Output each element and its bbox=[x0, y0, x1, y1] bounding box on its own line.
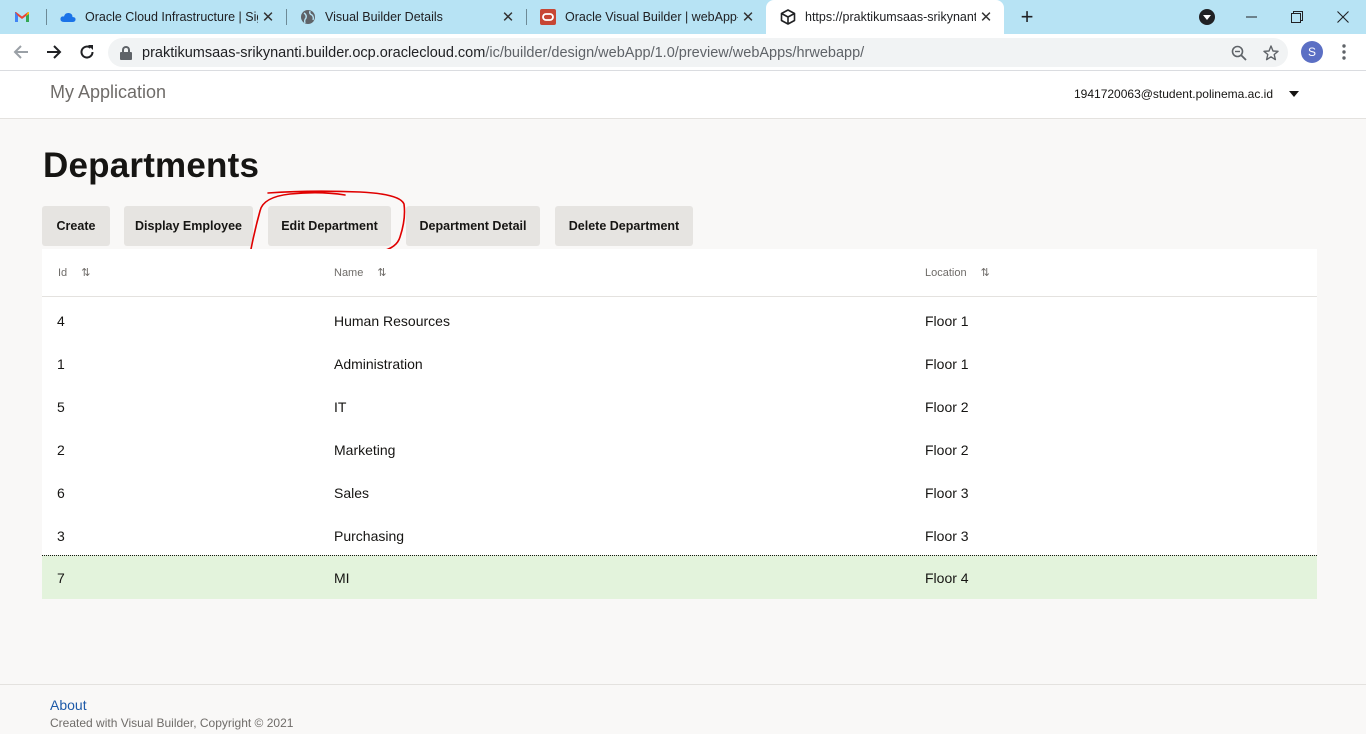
cell-location: Floor 2 bbox=[925, 398, 969, 415]
table-row[interactable]: 4 Human Resources Floor 1 bbox=[42, 299, 1317, 342]
app-footer: About Created with Visual Builder, Copyr… bbox=[0, 684, 1366, 734]
cell-location: Floor 3 bbox=[925, 527, 969, 544]
restore-icon[interactable] bbox=[1274, 0, 1320, 34]
cell-name: Sales bbox=[334, 484, 370, 501]
tab-oracle-visual-builder[interactable]: Oracle Visual Builder | webApp-1 ✕ bbox=[526, 0, 766, 34]
cell-location: Floor 1 bbox=[925, 312, 969, 329]
delete-department-button[interactable]: Delete Department bbox=[555, 206, 693, 246]
oracle-icon bbox=[540, 9, 556, 25]
reload-icon[interactable] bbox=[73, 38, 101, 66]
column-header-id[interactable]: Id ⇅ bbox=[58, 249, 90, 296]
cube-icon bbox=[780, 9, 796, 25]
close-icon[interactable]: ✕ bbox=[738, 8, 758, 26]
create-button[interactable]: Create bbox=[42, 206, 110, 246]
tab-title: https://praktikumsaas-srikynanti. bbox=[805, 10, 976, 24]
user-menu[interactable]: 1941720063@student.polinema.ac.id bbox=[1074, 87, 1299, 101]
browser-tab-bar: Oracle Cloud Infrastructure | Sign ✕ Vis… bbox=[0, 0, 1366, 34]
url-text: praktikumsaas-srikynanti.builder.ocp.ora… bbox=[142, 45, 864, 61]
sort-icon[interactable]: ⇅ bbox=[81, 266, 90, 279]
gmail-icon bbox=[14, 9, 30, 25]
cell-id: 6 bbox=[57, 484, 65, 501]
departments-table: Id ⇅ Name ⇅ Location ⇅ 4 Human Resources… bbox=[42, 249, 1317, 599]
table-row[interactable]: 6 Sales Floor 3 bbox=[42, 471, 1317, 514]
column-header-label: Id bbox=[58, 266, 68, 279]
cell-name: IT bbox=[334, 398, 347, 415]
tab-oracle-cloud[interactable]: Oracle Cloud Infrastructure | Sign ✕ bbox=[46, 0, 286, 34]
url-path: /ic/builder/design/webApp/1.0/preview/we… bbox=[485, 44, 865, 61]
page-title: Departments bbox=[43, 146, 260, 185]
cell-id: 3 bbox=[57, 527, 65, 544]
app-header: My Application 1941720063@student.poline… bbox=[0, 71, 1366, 119]
tab-visual-builder-details[interactable]: Visual Builder Details ✕ bbox=[286, 0, 526, 34]
app-title[interactable]: My Application bbox=[50, 82, 166, 103]
table-row-selected[interactable]: 7 MI Floor 4 bbox=[42, 555, 1317, 599]
table-row[interactable]: 2 Marketing Floor 2 bbox=[42, 428, 1317, 471]
cell-id: 7 bbox=[57, 569, 65, 586]
close-icon[interactable]: ✕ bbox=[498, 8, 518, 26]
table-row[interactable]: 5 IT Floor 2 bbox=[42, 385, 1317, 428]
cell-id: 4 bbox=[57, 312, 65, 329]
tab-search-icon[interactable] bbox=[1199, 9, 1215, 25]
address-bar[interactable]: praktikumsaas-srikynanti.builder.ocp.ora… bbox=[108, 38, 1288, 67]
table-row[interactable]: 1 Administration Floor 1 bbox=[42, 342, 1317, 385]
display-employee-button[interactable]: Display Employee bbox=[124, 206, 253, 246]
header-divider bbox=[42, 296, 1317, 297]
close-icon[interactable]: ✕ bbox=[976, 8, 996, 26]
globe-icon bbox=[300, 9, 316, 25]
user-email: 1941720063@student.polinema.ac.id bbox=[1074, 87, 1273, 101]
forward-icon[interactable] bbox=[40, 38, 68, 66]
cell-id: 5 bbox=[57, 398, 65, 415]
cell-name: Marketing bbox=[334, 441, 396, 458]
profile-avatar[interactable]: S bbox=[1301, 41, 1323, 63]
cloud-icon bbox=[60, 9, 76, 25]
department-detail-button[interactable]: Department Detail bbox=[406, 206, 540, 246]
tab-title: Oracle Visual Builder | webApp-1 bbox=[565, 10, 738, 24]
sort-icon[interactable]: ⇅ bbox=[981, 266, 990, 279]
table-row[interactable]: 3 Purchasing Floor 3 bbox=[42, 514, 1317, 557]
about-link[interactable]: About bbox=[50, 697, 87, 713]
new-tab-button[interactable]: + bbox=[1015, 4, 1039, 30]
cell-location: Floor 3 bbox=[925, 484, 969, 501]
close-window-icon[interactable] bbox=[1320, 0, 1366, 34]
back-icon[interactable] bbox=[7, 38, 35, 66]
copyright-text: Created with Visual Builder, Copyright ©… bbox=[50, 716, 294, 730]
cell-name: Human Resources bbox=[334, 312, 450, 329]
column-header-location[interactable]: Location ⇅ bbox=[925, 249, 990, 296]
cell-location: Floor 4 bbox=[925, 569, 969, 586]
minimize-icon[interactable] bbox=[1228, 0, 1274, 34]
cell-id: 1 bbox=[57, 355, 65, 372]
close-icon[interactable]: ✕ bbox=[258, 8, 278, 26]
chevron-down-icon bbox=[1289, 91, 1299, 97]
browser-menu-icon[interactable] bbox=[1334, 38, 1354, 66]
tab-hrwebapp-preview[interactable]: https://praktikumsaas-srikynanti. ✕ bbox=[766, 0, 1004, 34]
column-header-label: Location bbox=[925, 266, 967, 279]
cell-name: Administration bbox=[334, 355, 423, 372]
cell-location: Floor 2 bbox=[925, 441, 969, 458]
bookmark-star-icon[interactable] bbox=[1262, 44, 1280, 62]
column-header-label: Name bbox=[334, 266, 364, 279]
tab-title: Oracle Cloud Infrastructure | Sign bbox=[85, 10, 258, 24]
tab-gmail[interactable] bbox=[0, 0, 46, 34]
sort-icon[interactable]: ⇅ bbox=[377, 266, 386, 279]
tab-title: Visual Builder Details bbox=[325, 10, 443, 24]
cell-location: Floor 1 bbox=[925, 355, 969, 372]
zoom-icon[interactable] bbox=[1230, 44, 1248, 62]
cell-name: Purchasing bbox=[334, 527, 405, 544]
cell-name: MI bbox=[334, 569, 350, 586]
url-host: praktikumsaas-srikynanti.builder.ocp.ora… bbox=[142, 44, 486, 61]
cell-id: 2 bbox=[57, 441, 65, 458]
lock-icon[interactable] bbox=[120, 45, 132, 60]
browser-toolbar: praktikumsaas-srikynanti.builder.ocp.ora… bbox=[0, 34, 1366, 71]
column-header-name[interactable]: Name ⇅ bbox=[334, 249, 387, 296]
